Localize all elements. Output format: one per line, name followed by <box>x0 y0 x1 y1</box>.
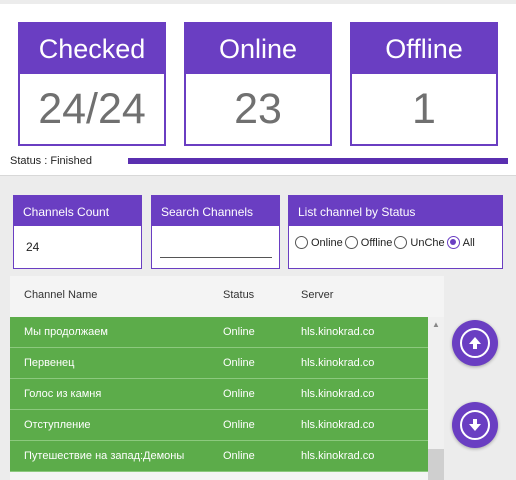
radio-circle-icon <box>394 236 408 249</box>
cell-server: hls.kinokrad.co <box>301 419 375 431</box>
table-row[interactable]: Голос из камня Online hls.kinokrad.co <box>10 379 428 410</box>
filter-online-radio[interactable]: Online <box>295 236 343 249</box>
radio-circle-icon <box>295 236 308 249</box>
stats-panel: Checked 24/24 Online 23 Offline 1 Status… <box>0 4 516 176</box>
arrow-up-circle-icon <box>460 328 490 358</box>
cell-status: Online <box>223 357 255 369</box>
filter-unchecked-radio[interactable]: UnChe <box>394 236 445 249</box>
arrow-down-circle-icon <box>460 410 490 440</box>
cell-status: Online <box>223 326 255 338</box>
search-card: Search Channels <box>151 195 280 269</box>
progress-fill <box>128 158 508 164</box>
cell-channel-name: Отступление <box>24 419 91 431</box>
filter-offline-radio[interactable]: Offline <box>344 236 393 249</box>
cell-server: hls.kinokrad.co <box>301 326 375 338</box>
table-row[interactable]: Отступление Online hls.kinokrad.co <box>10 410 428 441</box>
scroll-down-button[interactable] <box>452 402 498 448</box>
cell-status: Online <box>223 450 255 462</box>
channels-table: Channel Name Status Server Мы продолжаем… <box>10 276 444 480</box>
table-row[interactable]: Мы продолжаем Online hls.kinokrad.co <box>10 317 428 348</box>
table-row[interactable]: Путешествие на запад:Демоны Online hls.k… <box>10 441 428 472</box>
status-filter-card: List channel by Status Online Offline Un… <box>288 195 503 269</box>
channels-count-value: 24 <box>26 240 40 254</box>
filter-all-radio[interactable]: All <box>446 236 475 249</box>
cell-channel-name: Голос из камня <box>24 388 102 400</box>
status-filter-title: List channel by Status <box>289 196 502 226</box>
cell-server: hls.kinokrad.co <box>301 450 375 462</box>
header-channel-name[interactable]: Channel Name <box>10 289 209 301</box>
cell-server: hls.kinokrad.co <box>301 357 375 369</box>
cell-channel-name: Мы продолжаем <box>24 326 108 338</box>
radio-selected-icon <box>446 236 460 249</box>
channels-count-card: Channels Count 24 <box>13 195 142 269</box>
search-input[interactable] <box>160 234 272 258</box>
search-title: Search Channels <box>152 196 279 226</box>
scroll-thumb[interactable] <box>428 449 444 480</box>
filter-offline-label: Offline <box>360 236 393 249</box>
table-row[interactable]: Первенец Online hls.kinokrad.co <box>10 348 428 379</box>
table-header: Channel Name Status Server <box>10 276 444 314</box>
header-server[interactable]: Server <box>287 289 427 301</box>
checked-card: Checked 24/24 <box>18 22 166 146</box>
progress-bar <box>128 158 508 164</box>
radio-circle-icon <box>344 236 358 249</box>
table-body: Мы продолжаем Online hls.kinokrad.co Пер… <box>10 317 428 472</box>
online-value: 23 <box>234 84 282 133</box>
filter-unchecked-label: UnChe <box>410 236 445 249</box>
online-title: Online <box>186 24 330 74</box>
channels-count-title: Channels Count <box>14 196 141 226</box>
table-scrollbar[interactable]: ▲ <box>428 317 444 480</box>
filter-all-label: All <box>462 236 475 249</box>
scroll-up-arrow-icon[interactable]: ▲ <box>428 317 444 333</box>
filter-online-label: Online <box>311 236 343 249</box>
cell-server: hls.kinokrad.co <box>301 388 375 400</box>
cell-channel-name: Первенец <box>24 357 75 369</box>
offline-card: Offline 1 <box>350 22 498 146</box>
online-card: Online 23 <box>184 22 332 146</box>
checked-title: Checked <box>20 24 164 74</box>
checked-value: 24/24 <box>38 84 146 133</box>
scroll-up-button[interactable] <box>452 320 498 366</box>
offline-value: 1 <box>412 84 436 133</box>
offline-title: Offline <box>352 24 496 74</box>
cell-channel-name: Путешествие на запад:Демоны <box>24 450 185 462</box>
status-filter-group: Online Offline UnChe All <box>295 236 477 249</box>
header-status[interactable]: Status <box>209 289 287 301</box>
cell-status: Online <box>223 419 255 431</box>
cell-status: Online <box>223 388 255 400</box>
status-text: Status : Finished <box>10 155 92 167</box>
